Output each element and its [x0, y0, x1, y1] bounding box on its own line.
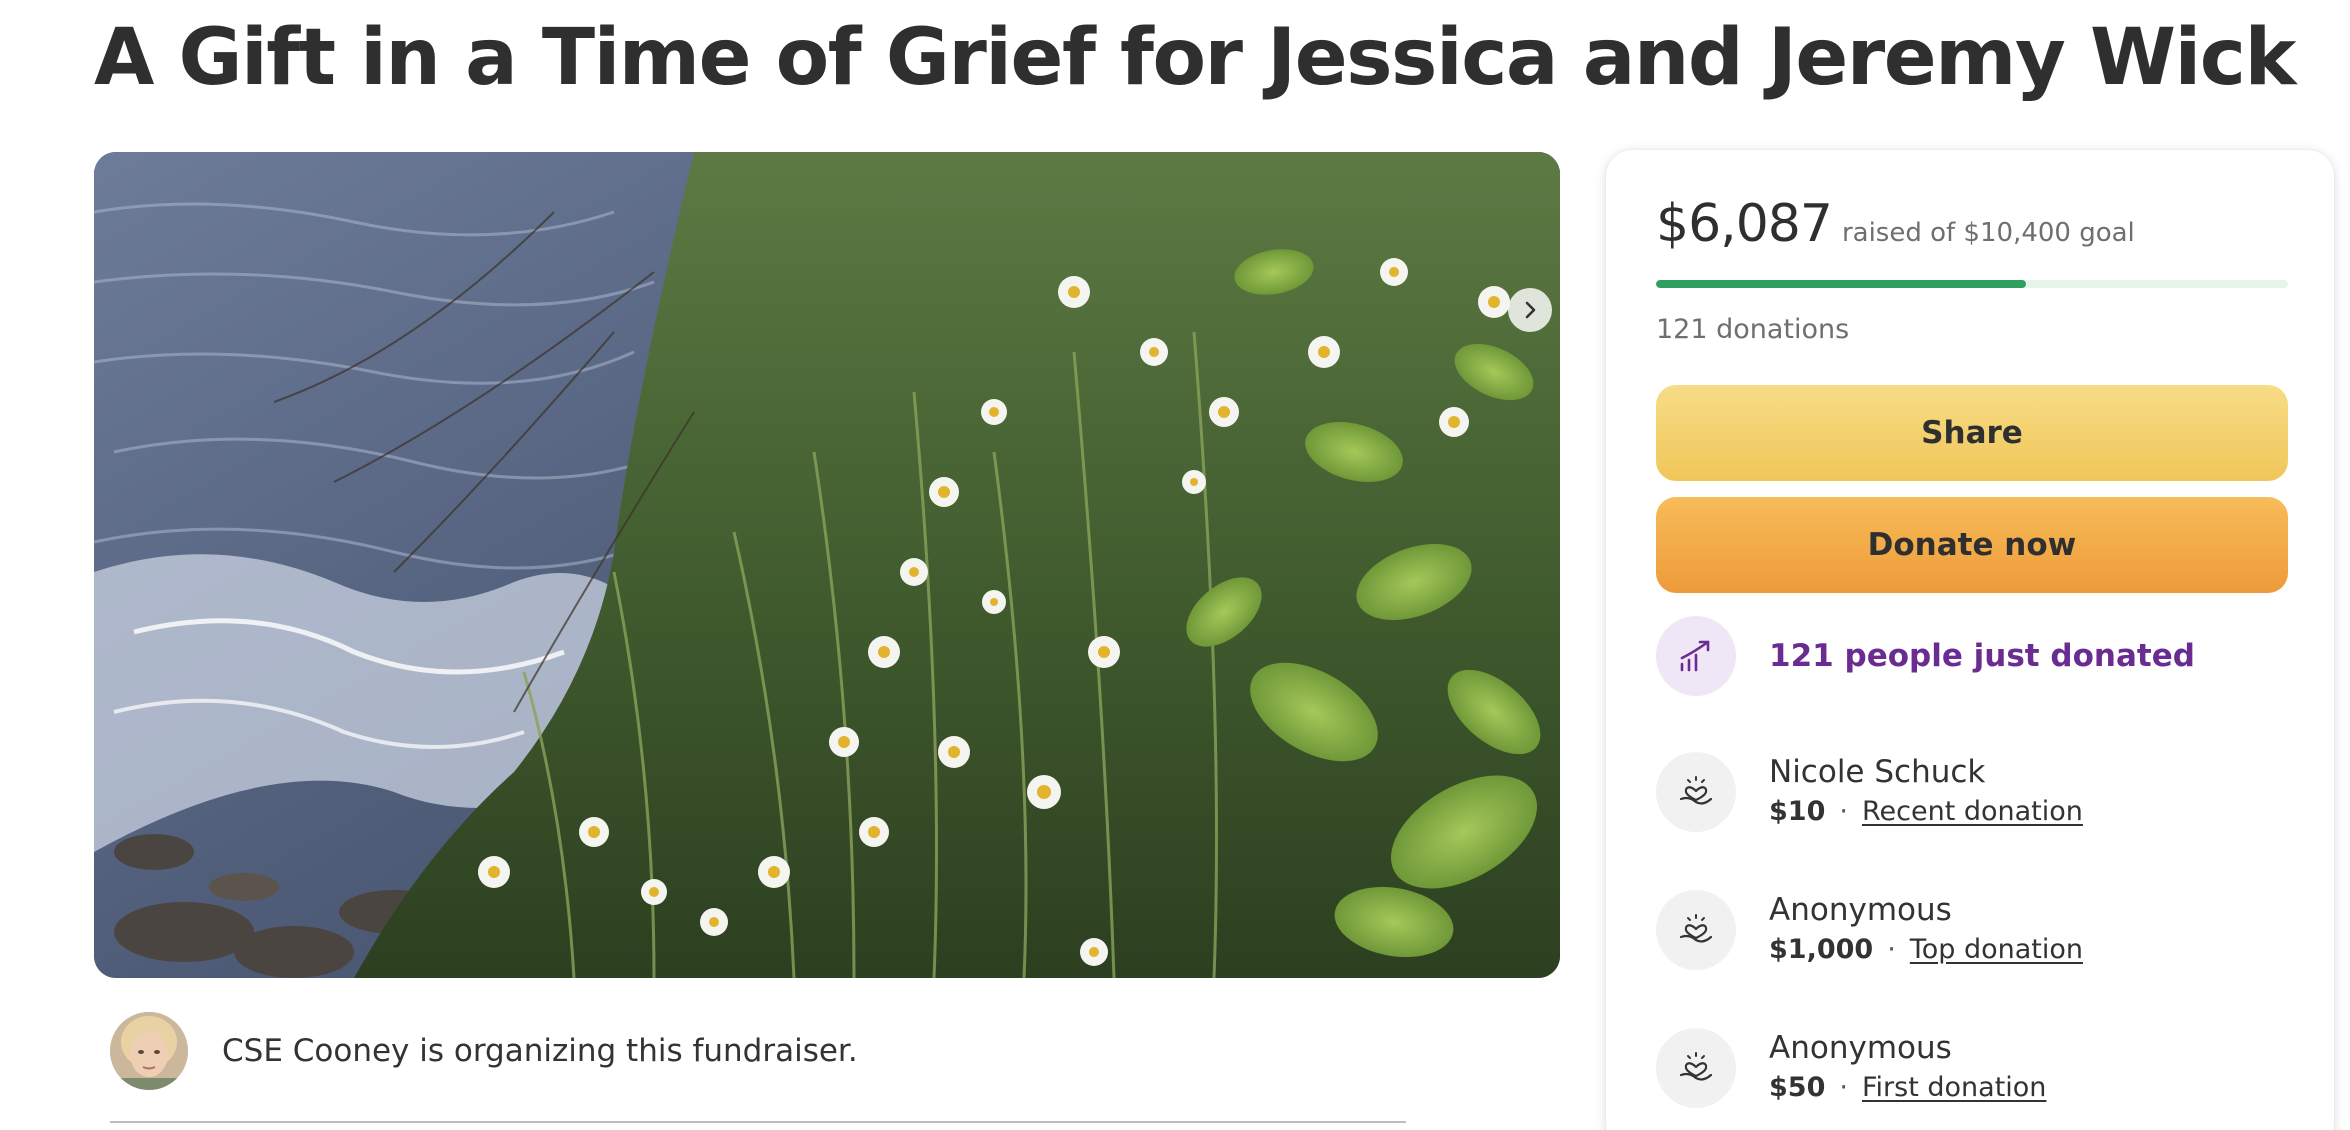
raised-amount: $6,087 [1656, 194, 1833, 254]
donation-tag-link[interactable]: First donation [1862, 1068, 2046, 1108]
donation-tag-link[interactable]: Recent donation [1862, 792, 2083, 832]
recent-activity-row: 121 people just donated [1656, 616, 2195, 696]
donate-now-button[interactable]: Donate now [1656, 497, 2288, 593]
carousel-next-button[interactable] [1508, 288, 1552, 332]
donor-name: Nicole Schuck [1769, 754, 1986, 790]
donation-details: Nicole Schuck $10 · Recent donation [1769, 752, 2083, 832]
person-avatar-illustration [110, 1012, 188, 1090]
section-divider [110, 1121, 1406, 1123]
trending-up-icon [1656, 616, 1736, 696]
raised-goal: raised of $10,400 goal [1841, 218, 2135, 248]
donations-count: 121 donations [1656, 314, 1850, 345]
donation-meta: $1,000 · Top donation [1769, 930, 2083, 970]
donation-meta: $10 · Recent donation [1769, 792, 2083, 832]
hero-photo-illustration [94, 152, 1560, 978]
donor-name: Anonymous [1769, 892, 1952, 928]
hero-image[interactable] [94, 152, 1560, 978]
donation-tag-link[interactable]: Top donation [1910, 930, 2083, 970]
donation-details: Anonymous $1,000 · Top donation [1769, 890, 2083, 970]
donation-amount: $1,000 [1769, 934, 1874, 965]
heart-hand-icon [1656, 752, 1736, 832]
progress-bar-fill [1656, 280, 2026, 288]
separator-dot: · [1839, 1072, 1848, 1103]
donation-item: Anonymous $50 · First donation [1656, 1028, 2046, 1108]
fundraiser-page: A Gift in a Time of Grief for Jessica an… [0, 0, 2350, 1130]
campaign-title: A Gift in a Time of Grief for Jessica an… [94, 13, 2296, 103]
chevron-right-icon [1525, 301, 1536, 319]
donation-meta: $50 · First donation [1769, 1068, 2046, 1108]
progress-bar [1656, 280, 2288, 288]
organizer-text: CSE Cooney is organizing this fundraiser… [222, 1033, 858, 1069]
share-button[interactable]: Share [1656, 385, 2288, 481]
donation-amount: $10 [1769, 796, 1826, 827]
donation-card: $6,087 raised of $10,400 goal 121 donati… [1606, 150, 2334, 1130]
donation-item: Anonymous $1,000 · Top donation [1656, 890, 2083, 970]
donation-item: Nicole Schuck $10 · Recent donation [1656, 752, 2083, 832]
heart-hand-icon [1656, 890, 1736, 970]
separator-dot: · [1887, 934, 1896, 965]
donation-details: Anonymous $50 · First donation [1769, 1028, 2046, 1108]
organizer-row: CSE Cooney is organizing this fundraiser… [110, 1012, 858, 1090]
separator-dot: · [1839, 796, 1848, 827]
donor-name: Anonymous [1769, 1030, 1952, 1066]
recent-activity-text[interactable]: 121 people just donated [1769, 638, 2195, 674]
donation-amount: $50 [1769, 1072, 1826, 1103]
raised-summary: $6,087 raised of $10,400 goal [1656, 194, 2135, 254]
heart-hand-icon [1656, 1028, 1736, 1108]
organizer-avatar[interactable] [110, 1012, 188, 1090]
